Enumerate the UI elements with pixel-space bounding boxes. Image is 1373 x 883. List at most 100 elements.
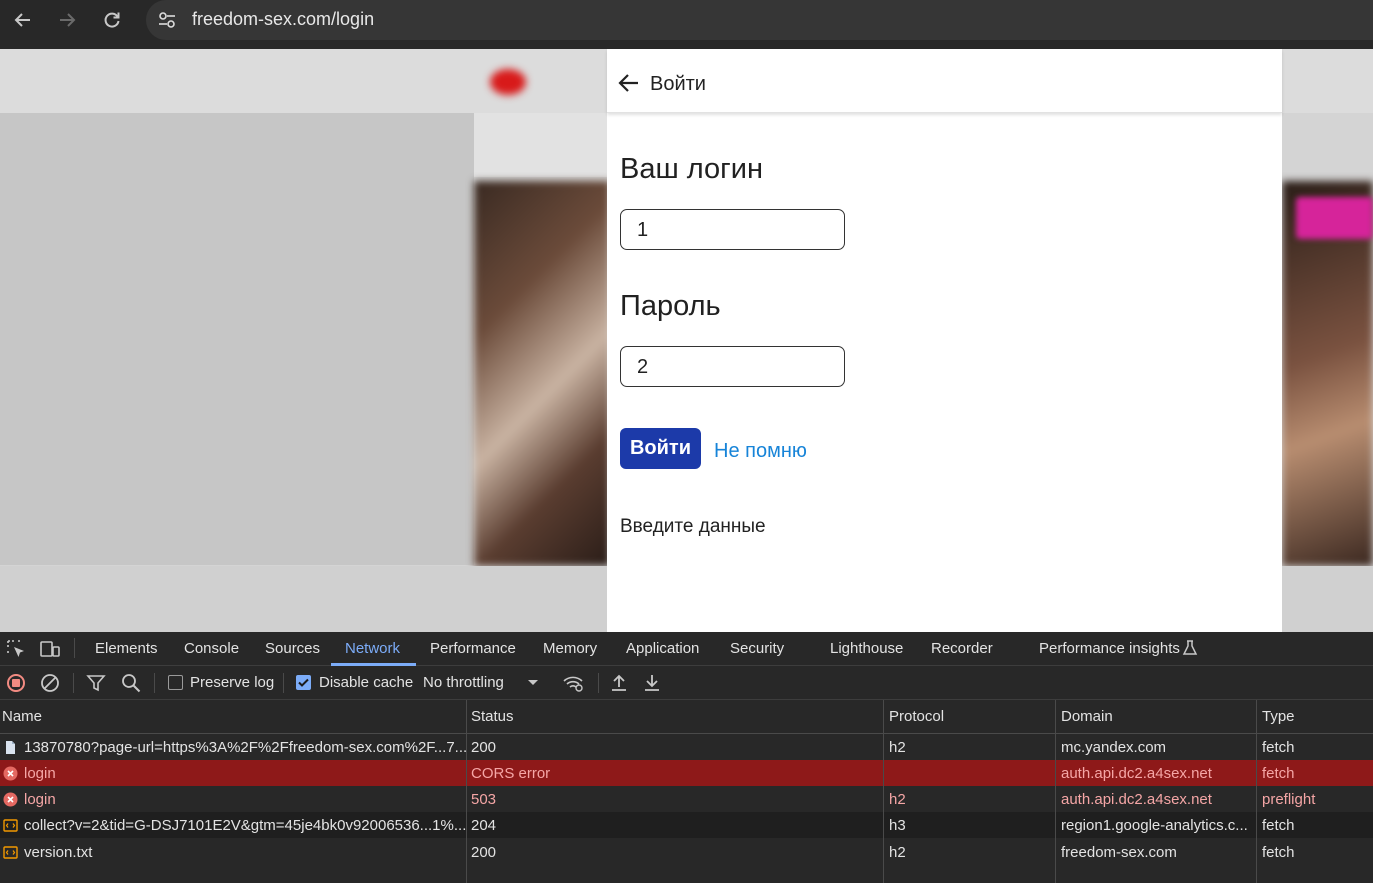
login-panel: Войти Ваш логин 1 Пароль 2 Войти Не помн…	[607, 49, 1282, 632]
tab-performance[interactable]: Performance	[430, 640, 516, 657]
table-row[interactable]: collect?v=2&tid=G-DSJ7101E2V&gtm=45je4bk…	[0, 812, 1373, 838]
disable-cache-checkbox[interactable]	[296, 675, 311, 690]
inspect-element-icon[interactable]	[5, 638, 27, 660]
record-stop-icon[interactable]	[5, 672, 27, 694]
column-divider[interactable]	[1256, 700, 1257, 883]
cell-name: login	[24, 791, 56, 808]
checkmark-icon	[298, 678, 309, 687]
cell-status: CORS error	[471, 765, 551, 782]
preserve-log-checkbox[interactable]	[168, 675, 183, 690]
cell-status: 200	[471, 739, 497, 756]
cell-domain: mc.yandex.com	[1061, 739, 1167, 756]
column-divider[interactable]	[883, 700, 884, 883]
panel-title[interactable]: Войти	[650, 73, 706, 96]
column-header-name[interactable]: Name	[2, 708, 42, 725]
devtools-tabbar: Elements Console Sources Network Perform…	[0, 632, 1373, 666]
cell-protocol: h2	[889, 844, 906, 861]
reload-icon	[104, 12, 120, 28]
login-panel-header: Войти	[607, 49, 1282, 113]
divider	[74, 638, 75, 658]
arrow-left-icon	[14, 13, 30, 27]
forward-nav-button[interactable]	[54, 8, 80, 32]
cell-name: collect?v=2&tid=G-DSJ7101E2V&gtm=45je4bk…	[24, 817, 467, 834]
divider	[283, 673, 284, 693]
network-conditions-icon[interactable]	[562, 672, 584, 694]
divider	[598, 673, 599, 693]
cell-domain: freedom-sex.com	[1061, 844, 1177, 861]
reload-button[interactable]	[99, 8, 125, 32]
tab-elements[interactable]: Elements	[95, 640, 158, 657]
cell-name: 13870780?page-url=https%3A%2F%2Ffreedom-…	[24, 739, 468, 756]
device-toolbar-icon[interactable]	[39, 638, 61, 660]
divider	[154, 673, 155, 693]
table-row[interactable]: login 503 h2 auth.api.dc2.a4sex.net pref…	[0, 786, 1373, 812]
cell-domain: region1.google-analytics.c...	[1061, 817, 1248, 834]
url-text[interactable]: freedom-sex.com/login	[192, 9, 374, 30]
network-request-table: Name Status Protocol Domain Type 1387078…	[0, 700, 1373, 883]
download-icon[interactable]	[641, 672, 663, 694]
password-input[interactable]: 2	[620, 346, 845, 387]
devtools-panel: Elements Console Sources Network Perform…	[0, 632, 1373, 883]
tab-security[interactable]: Security	[730, 640, 784, 657]
tab-performance-insights[interactable]: Performance insights	[1039, 640, 1180, 657]
column-header-protocol[interactable]: Protocol	[889, 708, 944, 725]
chevron-down-icon[interactable]	[524, 673, 542, 691]
tab-console[interactable]: Console	[184, 640, 239, 657]
column-header-domain[interactable]: Domain	[1061, 708, 1113, 725]
arrow-left-icon[interactable]	[617, 71, 641, 95]
fetch-icon	[3, 846, 18, 859]
cell-protocol: h3	[889, 817, 906, 834]
document-icon	[6, 741, 15, 754]
cell-protocol: h2	[889, 739, 906, 756]
column-header-status[interactable]: Status	[471, 708, 514, 725]
table-row[interactable]: 13870780?page-url=https%3A%2F%2Ffreedom-…	[0, 734, 1373, 760]
fetch-icon	[3, 819, 18, 832]
column-divider[interactable]	[1055, 700, 1056, 883]
table-row[interactable]: login CORS error auth.api.dc2.a4sex.net …	[0, 760, 1373, 786]
tab-memory[interactable]: Memory	[543, 640, 597, 657]
browser-toolbar: freedom-sex.com/login	[0, 0, 1373, 49]
cell-status: 503	[471, 791, 497, 808]
column-divider[interactable]	[466, 700, 467, 883]
cell-type: preflight	[1262, 791, 1316, 808]
network-toolbar: Preserve log Disable cache No throttling	[0, 666, 1373, 700]
flask-icon	[1182, 640, 1198, 655]
tab-lighthouse[interactable]: Lighthouse	[830, 640, 903, 657]
disable-cache-label[interactable]: Disable cache	[319, 674, 413, 691]
preserve-log-label[interactable]: Preserve log	[190, 674, 274, 691]
throttling-select[interactable]: No throttling	[423, 674, 504, 691]
cell-type: fetch	[1262, 844, 1295, 861]
forgot-password-link[interactable]: Не помню	[714, 440, 807, 463]
login-input[interactable]: 1	[620, 209, 845, 250]
cell-type: fetch	[1262, 765, 1295, 782]
cell-type: fetch	[1262, 817, 1295, 834]
table-row[interactable]: version.txt 200 h2 freedom-sex.com fetch	[0, 839, 1373, 865]
back-nav-button[interactable]	[10, 8, 36, 32]
blurred-pink-badge	[1296, 197, 1373, 239]
login-label: Ваш логин	[620, 153, 763, 185]
heart-logo-icon	[490, 69, 526, 95]
tab-network[interactable]: Network	[345, 640, 400, 657]
cell-status: 200	[471, 844, 497, 861]
cell-domain: auth.api.dc2.a4sex.net	[1061, 765, 1212, 782]
site-settings-icon[interactable]	[156, 9, 178, 31]
cell-protocol: h2	[889, 791, 906, 808]
error-icon	[3, 766, 18, 781]
password-label: Пароль	[620, 290, 721, 322]
arrow-right-icon	[60, 13, 76, 27]
error-icon	[3, 792, 18, 807]
tab-application[interactable]: Application	[626, 640, 699, 657]
cell-status: 204	[471, 817, 497, 834]
divider	[73, 673, 74, 693]
clear-icon[interactable]	[39, 672, 61, 694]
cell-name: version.txt	[24, 844, 93, 861]
cell-domain: auth.api.dc2.a4sex.net	[1061, 791, 1212, 808]
filter-icon[interactable]	[85, 672, 107, 694]
column-header-type[interactable]: Type	[1262, 708, 1295, 725]
submit-login-button[interactable]: Войти	[620, 428, 701, 469]
tab-sources[interactable]: Sources	[265, 640, 320, 657]
cell-type: fetch	[1262, 739, 1295, 756]
upload-icon[interactable]	[608, 672, 630, 694]
search-icon[interactable]	[120, 672, 142, 694]
tab-recorder[interactable]: Recorder	[931, 640, 993, 657]
